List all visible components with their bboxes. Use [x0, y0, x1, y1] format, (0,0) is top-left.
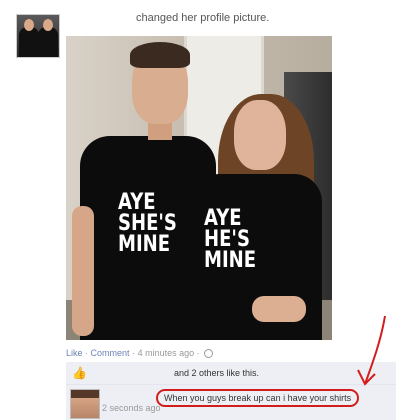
commenter-hair: [71, 390, 99, 398]
avatar-face-left: [24, 19, 34, 31]
story-text: changed her profile picture.: [136, 12, 270, 24]
profile-avatar[interactable]: [16, 14, 60, 58]
comment-row: When you guys break up can i have your s…: [66, 385, 396, 420]
comment-link[interactable]: Comment: [91, 348, 130, 358]
likes-text[interactable]: and 2 others like this.: [174, 368, 259, 378]
boy-shirt-text: AYE SHE'S MINE: [118, 190, 177, 257]
meta-separator: ·: [85, 348, 89, 358]
comment-text: When you guys break up can i have your s…: [156, 389, 360, 407]
post-meta: Like · Comment · 4 minutes ago ·: [66, 348, 214, 359]
avatar-figure-right: [38, 27, 58, 57]
boy-arm: [72, 206, 94, 336]
post-timestamp[interactable]: 4 minutes ago: [138, 348, 195, 358]
meta-separator: ·: [196, 348, 200, 358]
girl-arm: [252, 296, 306, 322]
commenter-avatar[interactable]: [70, 389, 100, 419]
likes-bar: 👍 and 2 others like this.: [66, 362, 396, 385]
profile-photo[interactable]: AYE SHE'S MINE AYE HE'S MINE: [66, 36, 332, 340]
girl-head: [234, 100, 286, 170]
annotation-arrow: [357, 315, 386, 386]
thumbs-up-icon: 👍: [72, 366, 87, 380]
avatar-figure-left: [19, 27, 39, 57]
boy-hair: [130, 42, 190, 68]
avatar-face-right: [43, 19, 53, 31]
comment-timestamp[interactable]: 2 seconds ago: [102, 403, 161, 413]
girl-shirt-text: AYE HE'S MINE: [204, 206, 257, 273]
like-link[interactable]: Like: [66, 348, 83, 358]
meta-separator: ·: [132, 348, 136, 358]
privacy-globe-icon[interactable]: [204, 349, 214, 359]
